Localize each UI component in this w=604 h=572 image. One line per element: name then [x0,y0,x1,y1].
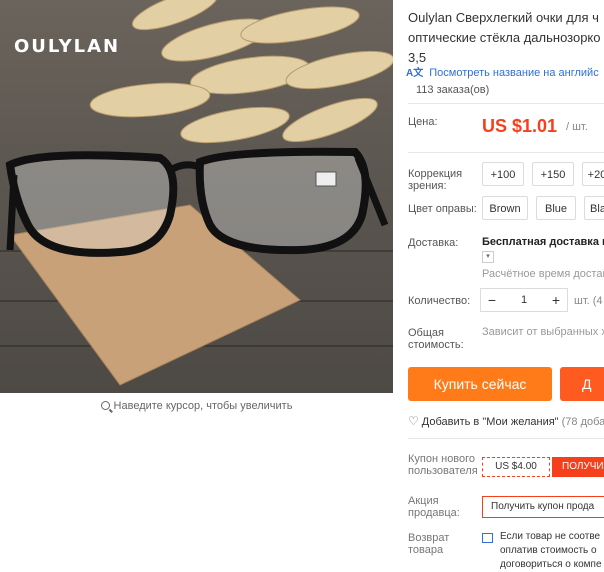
shield-icon [482,533,493,543]
shipping-value: Бесплатная доставка в [482,236,604,248]
quantity-plus-button[interactable]: + [545,289,567,311]
seller-promo-label: Акция продавца: [408,495,460,519]
product-image[interactable]: OULYLAN [0,0,393,393]
chevron-down-icon[interactable]: ▾ [482,251,494,263]
add-to-wishlist[interactable]: ♡ Добавить в "Мои желания" (78 доба [408,414,604,428]
wheat-ears [89,0,393,144]
buy-now-button[interactable]: Купить сейчас [408,367,552,401]
product-title: Oulylan Сверхлегкий очки для ч оптически… [408,8,604,68]
zoom-hint: Наведите курсор, чтобы увеличить [0,393,393,419]
brand-watermark: OULYLAN [14,36,121,57]
translate-icon: A文 [406,68,424,79]
translate-link[interactable]: A文 Посмотреть название на английс [406,64,599,79]
returns-label: Возврат товара [408,532,450,556]
orders-count: 113 заказа(ов) [416,84,490,96]
glasses-illustration [5,0,393,386]
divider [408,438,604,439]
get-coupon-button[interactable]: ПОЛУЧИ [552,457,604,477]
wishlist-count: (78 доба [561,416,604,428]
wishlist-text: Добавить в "Мои желания" [421,416,559,428]
coupon-amount: US $4.00 [482,457,550,477]
diopter-option[interactable]: +100 [482,162,524,186]
color-option-black[interactable]: Bla [584,196,604,220]
quantity-stepper: − 1 + [480,288,568,312]
quantity-label: Количество: [408,295,471,307]
zoom-hint-text: Наведите курсор, чтобы увеличить [113,400,293,412]
new-user-coupon-label: Купон нового пользователя [408,453,478,477]
quantity-minus-button[interactable]: − [481,289,503,311]
divider [408,152,604,153]
divider [408,103,604,104]
color-option-blue[interactable]: Blue [536,196,576,220]
heart-icon: ♡ [408,414,419,428]
magnifier-icon [100,401,110,410]
total-value: Зависит от выбранных х [482,326,604,338]
returns-line: Если товар не соотве [500,531,601,542]
title-line: Oulylan Сверхлегкий очки для ч [408,10,599,25]
get-seller-coupon-button[interactable]: Получить купон прода [482,496,604,518]
frame-color-label: Цвет оправы: [408,203,477,215]
total-label: Общая стоимость: [408,327,464,351]
color-option-brown[interactable]: Brown [482,196,528,220]
price-label: Цена: [408,116,438,128]
price-value: US $1.01 [482,116,558,136]
title-line: оптические стёкла дальнозорко [408,30,601,45]
diopter-option[interactable]: +20 [582,162,604,186]
diopter-label: Коррекция зрения: [408,168,463,192]
diopter-option[interactable]: +150 [532,162,574,186]
price-unit: / шт. [566,121,588,133]
quantity-input[interactable]: 1 [503,289,545,311]
product-info-panel: Oulylan Сверхлегкий очки для ч оптически… [396,0,604,570]
delivery-estimate: Расчётное время доставки [482,268,604,280]
returns-line: договориться о компе [500,559,602,570]
shipping-label: Доставка: [408,237,459,249]
quantity-unit: шт. (4 [574,295,603,307]
returns-text: Если товар не соотве оплатив стоимость о… [500,530,602,572]
add-to-cart-button[interactable]: Д [560,367,604,401]
translate-link-text: Посмотреть название на английс [429,67,599,79]
returns-line: оплатив стоимость о [500,545,597,556]
